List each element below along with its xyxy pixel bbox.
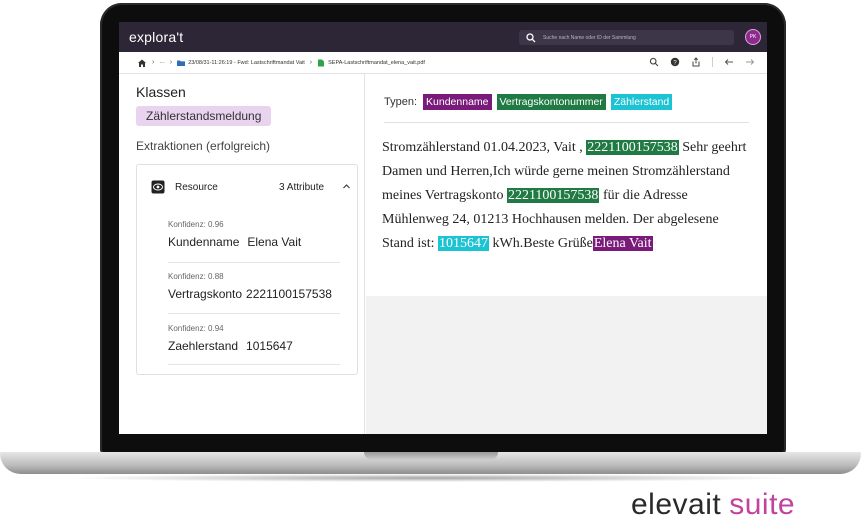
search-input[interactable]: Suche nach Name oder ID der Sammlung (519, 30, 734, 45)
attribute-item: Konfidenz: 0.88 Vertragskonto 22211001575… (168, 272, 340, 322)
chevron-right-icon: › (309, 59, 313, 66)
arrow-right-icon[interactable] (745, 57, 755, 67)
toolbar-divider (712, 57, 713, 67)
top-app-bar: explora't Suche nach Name oder ID der Sa… (119, 22, 767, 52)
classes-heading: Klassen (136, 84, 186, 100)
document-panel: Typen: Kundenname Vertragskontonummer Zä… (366, 74, 767, 434)
attribute-value: Elena Vait (247, 235, 302, 249)
chevron-up-icon[interactable] (342, 182, 351, 191)
highlight-kundenname[interactable]: Elena Vait (592, 236, 653, 251)
attribute-key: Kundenname (168, 235, 240, 249)
laptop-notch (364, 452, 498, 460)
divider (384, 122, 749, 123)
document-empty-area (366, 296, 767, 434)
breadcrumb-folder-label: 23/08/31-11:26:19 - Fwd: Lastschriftmand… (188, 59, 305, 66)
attribute-divider (168, 313, 340, 314)
breadcrumb: › ··· › 23/08/31-11:26:19 - Fwd: Lastsch… (119, 52, 767, 74)
type-tag[interactable]: Vertragskontonummer (496, 94, 606, 110)
type-legend: Typen: Kundenname Vertragskontonummer Zä… (384, 94, 677, 110)
extractions-label: Extraktionen (erfolgreich) (136, 139, 271, 153)
types-label: Typen: (384, 96, 418, 108)
brand-logo: elevait suite (631, 488, 795, 522)
type-tag[interactable]: Zählerstand (610, 94, 673, 110)
brand-suffix: suite (729, 488, 796, 521)
highlight-zaehlerstand[interactable]: 1015647 (438, 236, 490, 251)
resource-label: Resource (175, 181, 218, 193)
share-icon[interactable] (691, 57, 701, 67)
resource-card: Resource 3 Attribute Konfidenz: 0.96 Kun… (136, 164, 358, 375)
folder-icon (177, 60, 186, 66)
document-toolbar: ? (649, 57, 755, 67)
highlight-vertragskonto[interactable]: 2221100157538 (506, 188, 600, 203)
breadcrumb-folder[interactable]: 23/08/31-11:26:19 - Fwd: Lastschriftmand… (177, 59, 305, 67)
class-chip[interactable]: Zählerstandsmeldung (136, 106, 272, 126)
attribute-value: 1015647 (246, 339, 293, 353)
confidence-label: Konfidenz: 0.96 (168, 220, 224, 229)
home-icon[interactable] (137, 58, 147, 68)
type-tag[interactable]: Kundenname (423, 94, 492, 110)
arrow-left-icon[interactable] (724, 57, 734, 67)
chevron-right-icon: › (169, 59, 173, 66)
attribute-item: Konfidenz: 0.94 Zaehlerstand 1015647 (168, 324, 340, 374)
attribute-count: 3 Attribute (279, 182, 325, 193)
highlight-vertragskonto[interactable]: 2221100157538 (586, 140, 679, 155)
text-segment: Stromzählerstand 01.04.2023, Vait , (382, 140, 587, 155)
attribute-row: Kundenname Elena Vait (168, 235, 301, 249)
attribute-key: Vertragskonto (168, 287, 243, 301)
breadcrumb-ellipsis[interactable]: ··· (159, 60, 165, 66)
chevron-right-icon: › (152, 59, 155, 66)
document-view: Typen: Kundenname Vertragskontonummer Zä… (366, 74, 767, 296)
laptop-shadow (60, 474, 801, 482)
avatar[interactable]: PK (745, 29, 761, 45)
confidence-label: Konfidenz: 0.94 (168, 324, 224, 333)
brand-name: elevait (631, 488, 722, 521)
info-icon[interactable]: ? (670, 57, 680, 67)
attribute-divider (168, 262, 340, 263)
attribute-value: 2221100157538 (246, 287, 332, 301)
classes-panel: Klassen Zählerstandsmeldung Extraktionen… (119, 74, 365, 434)
document-text: Stromzählerstand 01.04.2023, Vait , 2221… (382, 136, 754, 256)
search-icon (526, 32, 536, 42)
breadcrumb-file-label: SEPA-Lastschriftmandat_elena_vait.pdf (328, 59, 425, 66)
zoom-icon[interactable] (649, 57, 659, 67)
breadcrumb-file[interactable]: SEPA-Lastschriftmandat_elena_vait.pdf (317, 59, 425, 67)
resource-icon (151, 180, 165, 194)
confidence-label: Konfidenz: 0.88 (168, 272, 224, 281)
attribute-row: Zaehlerstand 1015647 (168, 339, 293, 353)
attribute-divider (168, 364, 340, 365)
app-screen: explora't Suche nach Name oder ID der Sa… (119, 22, 767, 434)
attribute-row: Vertragskonto 2221100157538 (168, 287, 332, 301)
app-logo[interactable]: explora't (129, 29, 183, 45)
search-placeholder: Suche nach Name oder ID der Sammlung (543, 34, 636, 41)
attribute-key: Zaehlerstand (168, 339, 239, 353)
pdf-file-icon (318, 59, 325, 66)
text-segment: kWh.Beste Grüße (489, 236, 593, 251)
